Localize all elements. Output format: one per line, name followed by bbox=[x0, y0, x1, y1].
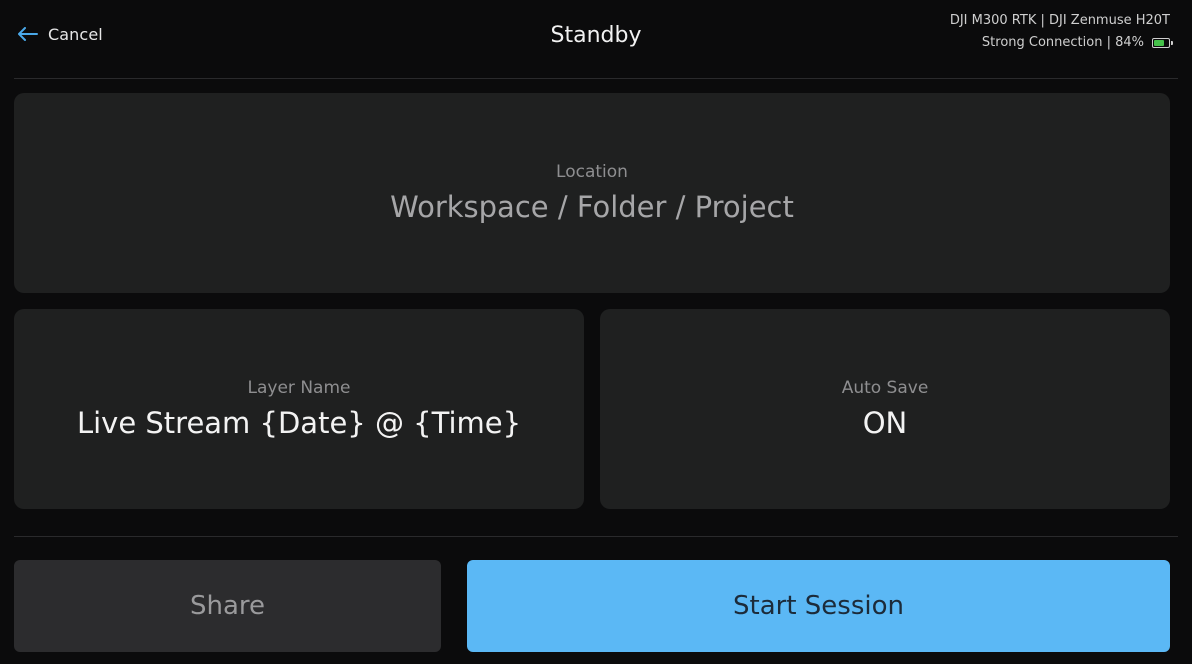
battery-level bbox=[1154, 40, 1165, 46]
device-name: DJI M300 RTK | DJI Zenmuse H20T bbox=[949, 13, 1170, 28]
header-divider bbox=[14, 78, 1178, 79]
layer-name-card[interactable]: Layer Name Live Stream {Date} @ {Time} bbox=[14, 309, 584, 509]
header: Cancel Standby DJI M300 RTK | DJI Zenmus… bbox=[0, 0, 1192, 78]
actions-divider bbox=[14, 536, 1178, 537]
layer-name-value: Live Stream {Date} @ {Time} bbox=[76, 406, 522, 440]
standby-screen: Cancel Standby DJI M300 RTK | DJI Zenmus… bbox=[0, 0, 1192, 664]
device-info: DJI M300 RTK | DJI Zenmuse H20T Strong C… bbox=[949, 10, 1173, 54]
location-card[interactable]: Location Workspace / Folder / Project bbox=[14, 93, 1170, 293]
auto-save-card[interactable]: Auto Save ON bbox=[600, 309, 1170, 509]
location-label: Location bbox=[556, 162, 628, 182]
battery-icon bbox=[1152, 38, 1173, 48]
location-value: Workspace / Folder / Project bbox=[390, 190, 794, 224]
auto-save-label: Auto Save bbox=[841, 378, 929, 398]
connection-status-line: Strong Connection | 84% bbox=[950, 32, 1173, 54]
connection-status: Strong Connection | 84% bbox=[981, 35, 1144, 50]
auto-save-value: ON bbox=[862, 406, 908, 440]
start-session-button[interactable]: Start Session bbox=[467, 560, 1170, 652]
share-button[interactable]: Share bbox=[14, 560, 441, 652]
layer-name-label: Layer Name bbox=[247, 378, 351, 398]
